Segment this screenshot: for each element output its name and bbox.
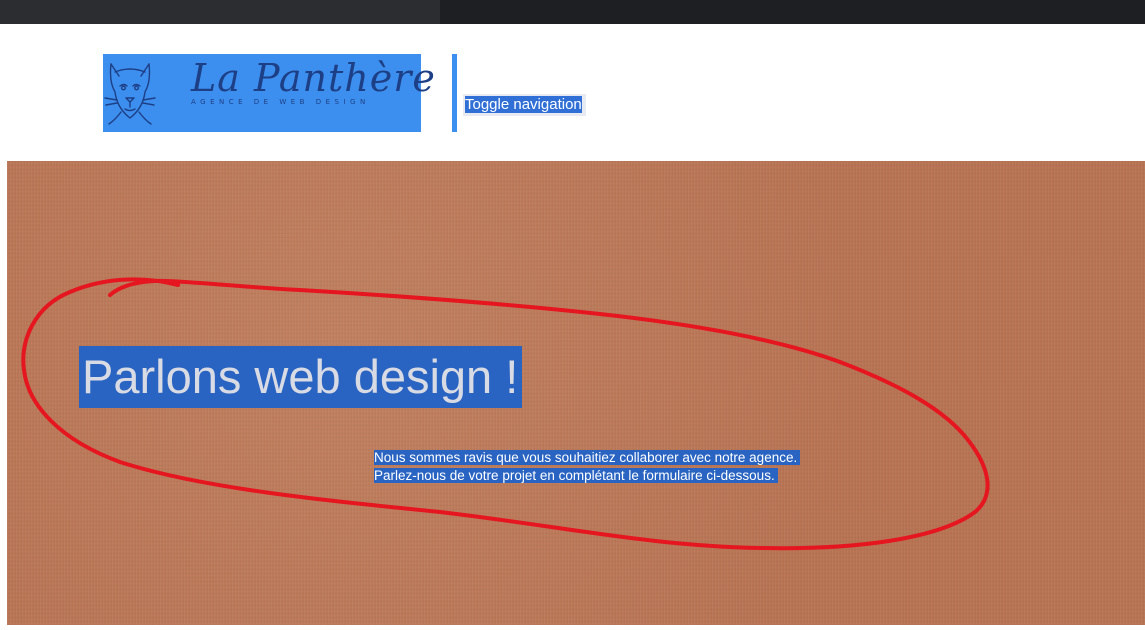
toggle-navigation-label: Toggle navigation [465, 96, 582, 113]
hero-intro-line: Nous sommes ravis que vous souhaitiez co… [374, 450, 801, 465]
browser-top-bar [0, 0, 1145, 24]
hero-intro-line: Parlez-nous de votre projet en complétan… [374, 468, 778, 483]
toggle-navigation-button[interactable]: Toggle navigation [463, 94, 586, 116]
hero-title: Parlons web design ! [79, 346, 523, 408]
site-header: La Panthère AGENCE DE WEB DESIGN Toggle … [0, 24, 1145, 161]
panther-head-icon [104, 63, 156, 125]
page-bottom-edge [0, 625, 1145, 630]
hero-intro-text: Nous sommes ravis que vous souhaitiez co… [374, 449, 801, 485]
logo-title: La Panthère [191, 56, 436, 100]
browser-tab-strip [440, 0, 1145, 24]
nav-divider [452, 54, 457, 132]
logo-subtitle: AGENCE DE WEB DESIGN [191, 98, 370, 106]
site-logo[interactable]: La Panthère AGENCE DE WEB DESIGN [103, 54, 435, 132]
